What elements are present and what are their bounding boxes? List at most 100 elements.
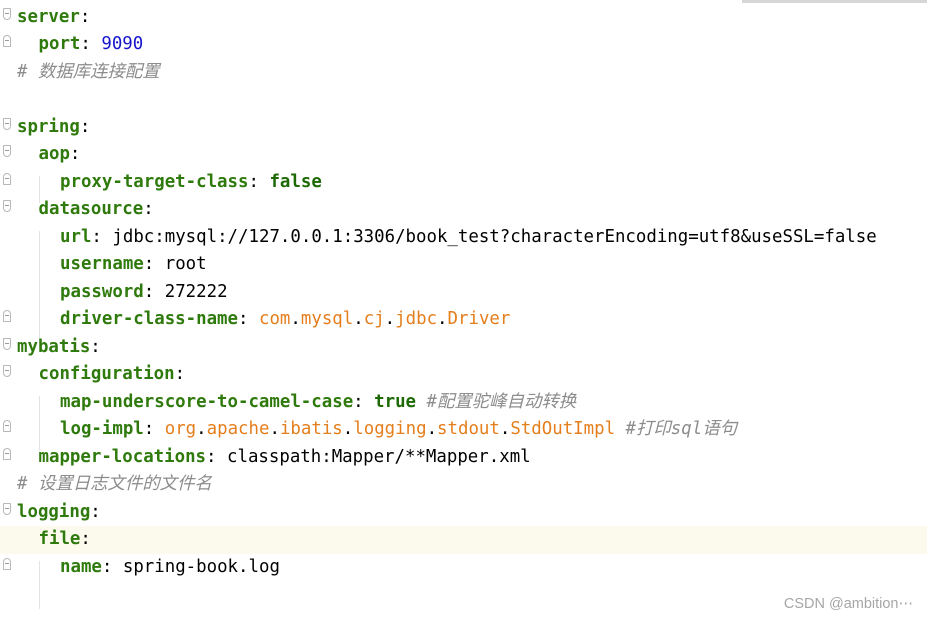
colon: : (80, 529, 91, 549)
code-line-10[interactable]: username: root (0, 251, 927, 279)
yaml-key: proxy-target-class (60, 171, 249, 192)
yaml-key: map-underscore-to-camel-case (60, 391, 354, 412)
colon: : (143, 199, 154, 219)
code-line-5[interactable]: spring: (0, 114, 927, 142)
colon: : (143, 419, 155, 439)
line-content: password: 272222 (60, 279, 228, 307)
colon: : (174, 364, 186, 384)
line-content: url: jdbc:mysql://127.0.0.1:3306/book_te… (60, 224, 877, 252)
line-content: aop: (39, 141, 81, 169)
code-line-11[interactable]: password: 272222 (0, 279, 927, 307)
yaml-key: password (60, 281, 144, 302)
yaml-key: server (17, 6, 80, 27)
yaml-key: mybatis (17, 336, 91, 357)
code-line-13[interactable]: mybatis: (0, 334, 927, 362)
colon: : (69, 144, 81, 164)
line-content: port: 9090 (39, 31, 144, 59)
package-separator: . (196, 419, 207, 439)
yaml-comment: # 设置日志文件的文件名 (17, 474, 212, 494)
yaml-string-value: jdbc:mysql://127.0.0.1:3306/book_test?ch… (112, 226, 877, 247)
yaml-comment: #配置驼峰自动转换 (426, 391, 577, 412)
code-line-20[interactable]: file: (0, 526, 927, 554)
yaml-key: datasource (38, 199, 144, 219)
code-line-4[interactable] (0, 86, 927, 114)
package-separator: . (269, 419, 280, 439)
line-content: file: (39, 526, 91, 554)
code-line-2[interactable]: port: 9090 (0, 31, 927, 59)
yaml-boolean-value: false (269, 171, 322, 192)
class-reference-part[interactable]: mysql (301, 309, 353, 329)
class-reference-part[interactable]: apache (207, 419, 270, 439)
line-content: driver-class-name: com.mysql.cj.jdbc.Dri… (60, 306, 510, 334)
yaml-key: spring (17, 116, 80, 137)
code-editor[interactable]: server: port: 9090 # 数据库连接配置 spring: aop: pro… (0, 0, 927, 618)
colon: : (79, 6, 91, 27)
code-line-19[interactable]: logging: (0, 499, 927, 527)
line-content: # 数据库连接配置 (17, 59, 160, 87)
code-line-18[interactable]: # 设置日志文件的文件名 (0, 471, 927, 499)
yaml-string-value: classpath:Mapper/**Mapper.xml (227, 446, 531, 467)
code-line-1[interactable]: server: (0, 4, 927, 32)
line-content: server: (17, 4, 90, 32)
class-reference-part[interactable]: org (165, 419, 196, 439)
package-separator: . (290, 309, 301, 329)
colon: : (79, 116, 91, 137)
colon: : (238, 309, 249, 329)
yaml-key: username (60, 254, 144, 274)
colon: : (353, 391, 364, 412)
colon: : (91, 226, 102, 247)
watermark: CSDN @ambition⋯ (783, 596, 913, 612)
code-line-16[interactable]: log-impl: org.apache.ibatis.logging.stdo… (0, 416, 927, 444)
code-line-15[interactable]: map-underscore-to-camel-case: true #配置驼峰… (0, 389, 927, 417)
code-line-6[interactable]: aop: (0, 141, 927, 169)
class-reference-part[interactable]: ibatis (280, 419, 343, 439)
package-separator: . (384, 309, 396, 329)
yaml-key: mapper-locations (38, 446, 207, 467)
yaml-number-value: 9090 (101, 34, 144, 54)
line-content: configuration: (39, 361, 186, 389)
line-content: spring: (17, 114, 90, 142)
colon: : (143, 254, 155, 274)
class-reference-part[interactable]: stdout (437, 419, 500, 439)
line-content: name: spring-book.log (60, 554, 280, 582)
class-reference-part[interactable]: cj (364, 309, 385, 329)
colon: : (90, 501, 101, 522)
line-content: proxy-target-class: false (60, 169, 322, 197)
line-content: log-impl: org.apache.ibatis.logging.stdo… (60, 416, 737, 444)
colon: : (143, 281, 155, 302)
code-line-21[interactable]: name: spring-book.log (0, 554, 927, 582)
class-reference-part[interactable]: jdbc (395, 309, 437, 329)
line-content: username: root (60, 251, 207, 279)
line-content: mybatis: (17, 334, 101, 362)
yaml-comment: # 数据库连接配置 (17, 61, 160, 82)
class-reference-part[interactable]: StdOutImpl (510, 419, 615, 439)
class-reference-part[interactable]: logging (353, 419, 426, 439)
code-line-9[interactable]: url: jdbc:mysql://127.0.0.1:3306/book_te… (0, 224, 927, 252)
code-line-14[interactable]: configuration: (0, 361, 927, 389)
yaml-key: logging (17, 501, 91, 522)
line-content: # 设置日志文件的文件名 (17, 471, 212, 499)
code-line-17[interactable]: mapper-locations: classpath:Mapper/**Map… (0, 444, 927, 472)
code-line-12[interactable]: driver-class-name: com.mysql.cj.jdbc.Dri… (0, 306, 927, 334)
class-reference-part[interactable]: Driver (448, 309, 511, 329)
package-separator: . (342, 419, 354, 439)
code-line-7[interactable]: proxy-target-class: false (0, 169, 927, 197)
line-content: datasource: (39, 196, 154, 224)
package-separator: . (437, 309, 448, 329)
line-content: logging: (17, 499, 101, 527)
line-content: map-underscore-to-camel-case: true #配置驼峰… (60, 389, 576, 417)
yaml-key: driver-class-name (60, 309, 238, 329)
code-line-8[interactable]: datasource: (0, 196, 927, 224)
class-reference-part[interactable]: com (259, 309, 290, 329)
code-line-3[interactable]: # 数据库连接配置 (0, 59, 927, 87)
